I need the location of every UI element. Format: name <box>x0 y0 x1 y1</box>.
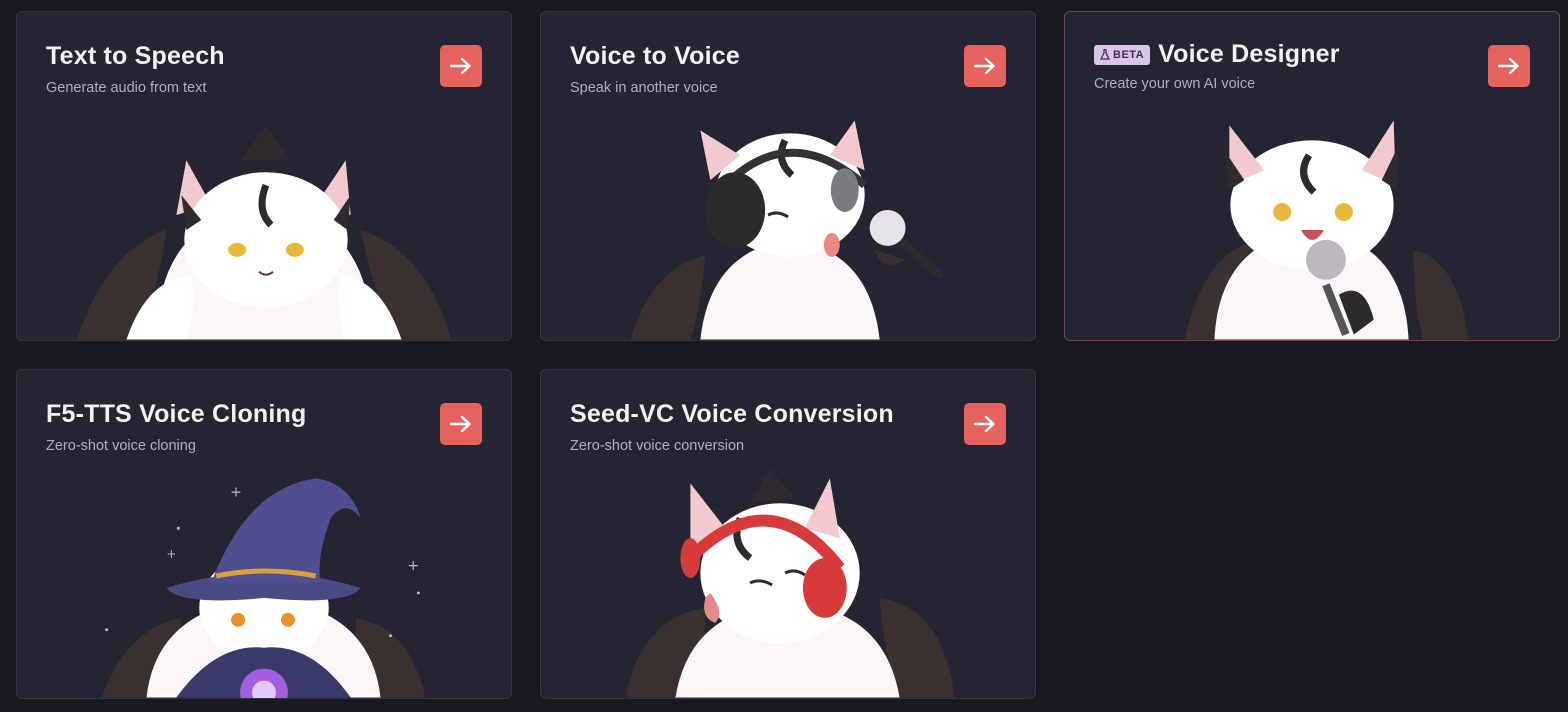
flask-icon <box>1100 49 1110 60</box>
beta-badge-label: BETA <box>1113 48 1145 61</box>
card-title: BETA Voice Designer <box>1094 40 1340 69</box>
arrow-right-icon <box>1498 58 1519 74</box>
card-voice-to-voice[interactable]: Voice to Voice Speak in another voice <box>540 11 1036 341</box>
card-seed-vc-voice-conversion[interactable]: Seed-VC Voice Conversion Zero-shot voice… <box>540 369 1036 699</box>
open-text-to-speech-button[interactable] <box>440 45 482 87</box>
beta-badge: BETA <box>1094 44 1151 65</box>
card-subtitle: Create your own AI voice <box>1094 76 1256 92</box>
open-voice-to-voice-button[interactable] <box>964 45 1006 87</box>
arrow-right-icon <box>450 58 471 74</box>
card-f5-tts-voice-cloning[interactable]: F5-TTS Voice Cloning Zero-shot voice clo… <box>16 369 512 699</box>
arrow-right-icon <box>450 416 471 432</box>
card-subtitle: Zero-shot voice cloning <box>46 438 196 454</box>
fox-illustration <box>76 125 452 340</box>
arrow-right-icon <box>974 416 995 432</box>
card-subtitle: Zero-shot voice conversion <box>570 438 745 454</box>
card-subtitle: Generate audio from text <box>46 80 207 96</box>
card-subtitle: Speak in another voice <box>570 80 718 96</box>
card-title: Text to Speech <box>46 42 225 70</box>
card-title: Seed-VC Voice Conversion <box>570 400 894 428</box>
card-title: Voice to Voice <box>570 42 740 70</box>
card-text-to-speech[interactable]: Text to Speech Generate audio from text <box>16 11 512 341</box>
svg-text:+: + <box>230 484 242 500</box>
fox-wizard-illustration: + + + <box>101 478 426 698</box>
svg-text:+: + <box>407 558 419 574</box>
fox-red-headphones-illustration <box>625 468 955 698</box>
open-voice-designer-button[interactable] <box>1488 45 1530 87</box>
svg-text:+: + <box>166 547 176 561</box>
card-title-text: Voice Designer <box>1158 40 1340 68</box>
arrow-right-icon <box>974 58 995 74</box>
open-f5-tts-voice-cloning-button[interactable] <box>440 403 482 445</box>
fox-singing-illustration <box>1184 120 1469 340</box>
open-seed-vc-voice-conversion-button[interactable] <box>964 403 1006 445</box>
card-title: F5-TTS Voice Cloning <box>46 400 307 428</box>
card-voice-designer[interactable]: BETA Voice Designer Create your own AI v… <box>1064 11 1560 341</box>
fox-with-headphones-illustration <box>630 120 944 340</box>
